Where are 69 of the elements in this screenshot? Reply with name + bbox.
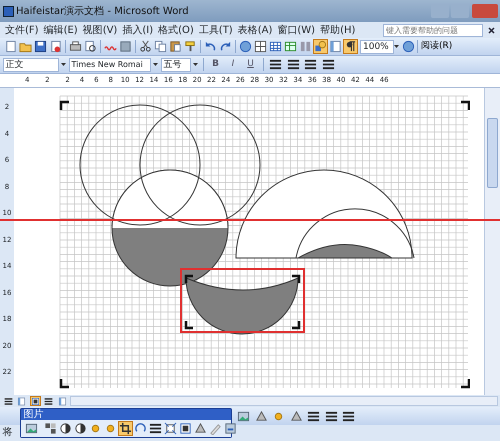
grid-icon[interactable] bbox=[252, 39, 268, 54]
document-icon[interactable] bbox=[328, 39, 342, 54]
font-combo[interactable]: Times New Romai bbox=[68, 58, 150, 72]
align-icon[interactable] bbox=[286, 58, 300, 71]
pages-icon[interactable] bbox=[152, 39, 168, 54]
selection-frame[interactable] bbox=[180, 268, 305, 333]
help-icon[interactable] bbox=[402, 40, 415, 53]
crop-handle[interactable] bbox=[184, 321, 193, 330]
crescent-shape[interactable] bbox=[186, 278, 298, 334]
format-button[interactable]: I bbox=[226, 57, 240, 72]
size-combo[interactable]: 五号 bbox=[160, 58, 190, 72]
contrast-icon[interactable] bbox=[72, 421, 88, 436]
caret-icon[interactable] bbox=[61, 62, 66, 66]
crop-handle[interactable] bbox=[292, 274, 300, 283]
toolbar-title: 图片 bbox=[24, 409, 44, 420]
grid-icon[interactable] bbox=[282, 39, 298, 54]
brush-icon[interactable] bbox=[182, 39, 198, 54]
contrast-icon[interactable] bbox=[58, 421, 72, 436]
crop-handle[interactable] bbox=[461, 100, 470, 110]
pilcrow-icon[interactable] bbox=[342, 39, 358, 54]
menu-item[interactable]: 视图(V) bbox=[82, 22, 118, 38]
caret-icon[interactable] bbox=[193, 62, 198, 66]
magnifier-icon[interactable] bbox=[82, 39, 98, 54]
menu-item[interactable]: 格式(O) bbox=[158, 22, 194, 38]
menu-item[interactable]: 表格(A) bbox=[238, 22, 272, 38]
compress-icon[interactable] bbox=[162, 421, 178, 436]
crop-handle[interactable] bbox=[60, 100, 69, 110]
shapes-icon[interactable] bbox=[312, 39, 328, 54]
zoom-combo[interactable]: 100% bbox=[360, 40, 394, 54]
menu-item[interactable]: 文件(F) bbox=[5, 22, 39, 38]
clipboard-icon[interactable] bbox=[168, 39, 182, 54]
reset-icon[interactable] bbox=[222, 421, 238, 436]
blocks-icon[interactable] bbox=[42, 421, 58, 436]
crop-handle[interactable] bbox=[60, 379, 69, 388]
align-icon[interactable] bbox=[322, 58, 334, 71]
menu-item[interactable]: 编辑(E) bbox=[44, 22, 78, 38]
help-search-field[interactable]: 键入需要帮助的问题 bbox=[383, 24, 483, 36]
view-button[interactable] bbox=[43, 396, 54, 406]
menu-item[interactable]: 帮助(H) bbox=[320, 22, 356, 38]
align-icon[interactable] bbox=[304, 58, 317, 71]
menu-item[interactable]: 工具(T) bbox=[198, 22, 233, 38]
format-button[interactable]: B bbox=[208, 57, 223, 72]
format-button[interactable]: U bbox=[243, 57, 258, 72]
crop-handle[interactable] bbox=[292, 321, 300, 330]
view-button[interactable] bbox=[2, 396, 14, 406]
crop-icon[interactable] bbox=[118, 421, 132, 436]
window-title: Haifeistar演示文档 - Microsoft Word bbox=[16, 4, 189, 18]
read-button[interactable]: 阅读(R) bbox=[420, 39, 454, 54]
view-button[interactable] bbox=[30, 396, 40, 406]
crop-handle[interactable] bbox=[184, 274, 193, 283]
picture-icon[interactable] bbox=[24, 421, 38, 436]
close-icon[interactable] bbox=[488, 26, 495, 34]
wrap-icon[interactable] bbox=[178, 421, 192, 436]
word-app-icon bbox=[2, 6, 14, 16]
grid-icon[interactable] bbox=[268, 39, 282, 54]
style-combo[interactable]: 正文 bbox=[2, 58, 58, 72]
lines-icon[interactable] bbox=[148, 421, 162, 436]
horizontal-scrollbar[interactable] bbox=[70, 396, 498, 406]
menu-item[interactable]: 插入(I) bbox=[122, 22, 154, 38]
menu-item[interactable]: 窗口(W) bbox=[277, 22, 316, 38]
scissors-icon[interactable] bbox=[138, 39, 152, 54]
caret-icon[interactable] bbox=[394, 44, 399, 48]
disk-icon[interactable] bbox=[32, 39, 48, 54]
scroll-thumb[interactable] bbox=[487, 118, 498, 188]
caret-icon[interactable] bbox=[153, 62, 158, 66]
crop-handle[interactable] bbox=[461, 379, 470, 388]
align-icon[interactable] bbox=[269, 58, 282, 71]
globe-icon[interactable] bbox=[238, 39, 252, 54]
status-text: 将 bbox=[2, 427, 12, 438]
